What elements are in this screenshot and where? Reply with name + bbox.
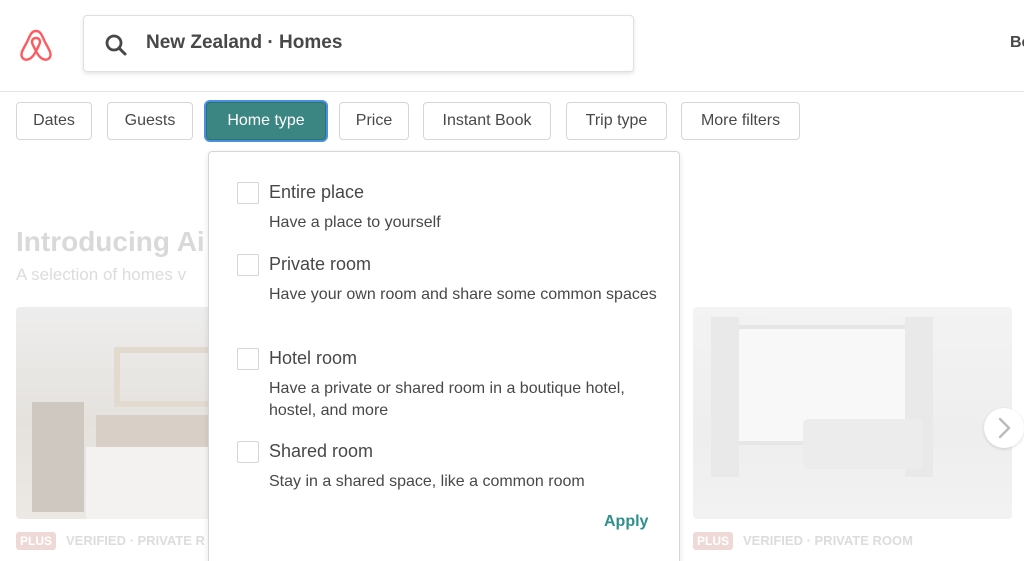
filter-instant-book-button[interactable]: Instant Book	[423, 102, 551, 140]
header-nav-item[interactable]: Be	[1010, 34, 1024, 52]
filter-home-type-button[interactable]: Home type	[206, 102, 326, 140]
option-description: Have a place to yourself	[269, 214, 441, 231]
curtain-image-detail	[711, 317, 739, 477]
wall-frame-image-detail	[114, 347, 214, 407]
option-description: Have your own room and share some common…	[269, 286, 657, 303]
option-title: Hotel room	[269, 348, 358, 368]
filter-guests-button[interactable]: Guests	[107, 102, 193, 140]
airbnb-logo[interactable]	[17, 26, 55, 64]
dresser-image-detail	[32, 402, 84, 512]
chevron-right-icon	[998, 417, 1011, 439]
home-type-dropdown: Entire place Have a place to yourself Pr…	[208, 151, 680, 561]
listing-type-label: VERIFIED · PRIVATE ROOM	[743, 533, 913, 548]
filter-price-button[interactable]: Price	[339, 102, 409, 140]
option-title: Private room	[269, 254, 372, 274]
search-bar[interactable]: New Zealand · Homes	[83, 15, 634, 72]
option-title: Entire place	[269, 182, 365, 202]
search-input[interactable]: New Zealand · Homes	[146, 32, 342, 54]
plus-badge: PLUS	[693, 532, 734, 550]
section-title: Introducing Ai	[16, 226, 205, 257]
filter-more-filters-button[interactable]: More filters	[681, 102, 800, 140]
option-description: Stay in a shared space, like a common ro…	[269, 473, 585, 490]
shared-room-checkbox[interactable]	[237, 441, 259, 463]
listing-image[interactable]	[16, 307, 226, 519]
entire-place-checkbox[interactable]	[237, 182, 259, 204]
listing-image[interactable]	[693, 307, 1012, 519]
option-description: Have a private or shared room in a bouti…	[269, 380, 625, 419]
search-icon	[105, 34, 127, 56]
option-title: Shared room	[269, 441, 374, 461]
private-room-checkbox[interactable]	[237, 254, 259, 276]
filter-dates-button[interactable]: Dates	[16, 102, 92, 140]
header: New Zealand · Homes Be	[0, 0, 1024, 92]
listing-type-label: VERIFIED · PRIVATE R	[66, 533, 205, 548]
bed-image-detail	[86, 447, 226, 519]
hotel-room-checkbox[interactable]	[237, 348, 259, 370]
sofa-image-detail	[803, 419, 923, 469]
section-subtitle: A selection of homes v	[16, 265, 187, 284]
filter-trip-type-button[interactable]: Trip type	[566, 102, 667, 140]
plus-badge: PLUS	[16, 532, 57, 550]
carousel-next-button[interactable]	[984, 408, 1024, 448]
bed-headboard-image-detail	[96, 415, 226, 451]
apply-button[interactable]: Apply	[604, 513, 648, 531]
